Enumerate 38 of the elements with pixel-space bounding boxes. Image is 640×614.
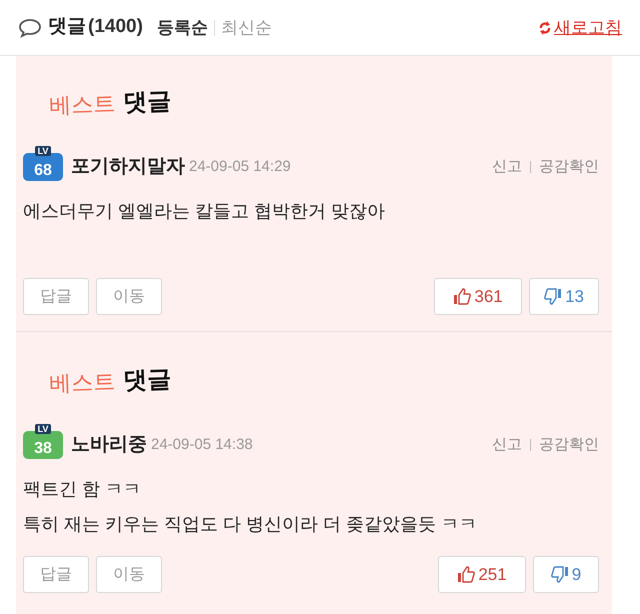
- comment-text: 에스더무기 엘엘라는 칼들고 협박한거 맞잖아: [23, 200, 386, 223]
- reply-button[interactable]: 답글: [23, 556, 89, 593]
- level-prefix: LV: [34, 424, 52, 434]
- report-link[interactable]: 신고: [492, 434, 522, 456]
- level-number: 38: [34, 439, 52, 459]
- level-number: 68: [34, 161, 52, 181]
- comment-text: 특히 재는 키우는 직업도 다 병신이라 더 좆같았을듯 ㅋㅋ: [23, 513, 478, 536]
- like-button[interactable]: 251: [438, 556, 526, 593]
- move-button[interactable]: 이동: [96, 556, 162, 593]
- speech-bubble-icon: [18, 18, 42, 38]
- level-prefix: LV: [34, 146, 52, 156]
- comment-label: 댓글: [122, 364, 172, 396]
- comment-label: 댓글: [122, 86, 172, 118]
- empathy-link[interactable]: 공감확인: [539, 156, 599, 178]
- comment-text: 팩트긴 함 ㅋㅋ: [23, 478, 142, 501]
- sort-option[interactable]: 최신순: [220, 14, 272, 40]
- empathy-link[interactable]: 공감확인: [539, 434, 599, 456]
- comment-time: 24-09-05 14:38: [151, 434, 253, 455]
- comment-count: (1400): [88, 15, 143, 40]
- reply-button[interactable]: 답글: [23, 278, 89, 315]
- refresh-link[interactable]: 새로고침: [554, 14, 622, 40]
- report-link[interactable]: 신고: [492, 156, 522, 178]
- refresh-icon: [538, 18, 552, 36]
- thumbs-up-icon: [453, 288, 472, 305]
- best-label: 베스트: [48, 368, 116, 400]
- author-name[interactable]: 노바리중: [71, 430, 147, 460]
- comment-time: 24-09-05 14:29: [189, 156, 291, 177]
- move-button[interactable]: 이동: [96, 278, 162, 315]
- dislike-button[interactable]: 13: [529, 278, 599, 315]
- best-label: 베스트: [48, 90, 116, 122]
- thumbs-down-icon: [550, 566, 569, 583]
- like-button[interactable]: 361: [434, 278, 522, 315]
- comments-title: 댓글: [48, 15, 86, 40]
- dislike-button[interactable]: 9: [533, 556, 599, 593]
- sort-option[interactable]: 등록순: [156, 14, 208, 40]
- author-name[interactable]: 포기하지말자: [71, 152, 185, 182]
- thumbs-down-icon: [544, 288, 562, 305]
- thumbs-up-icon: [457, 566, 476, 583]
